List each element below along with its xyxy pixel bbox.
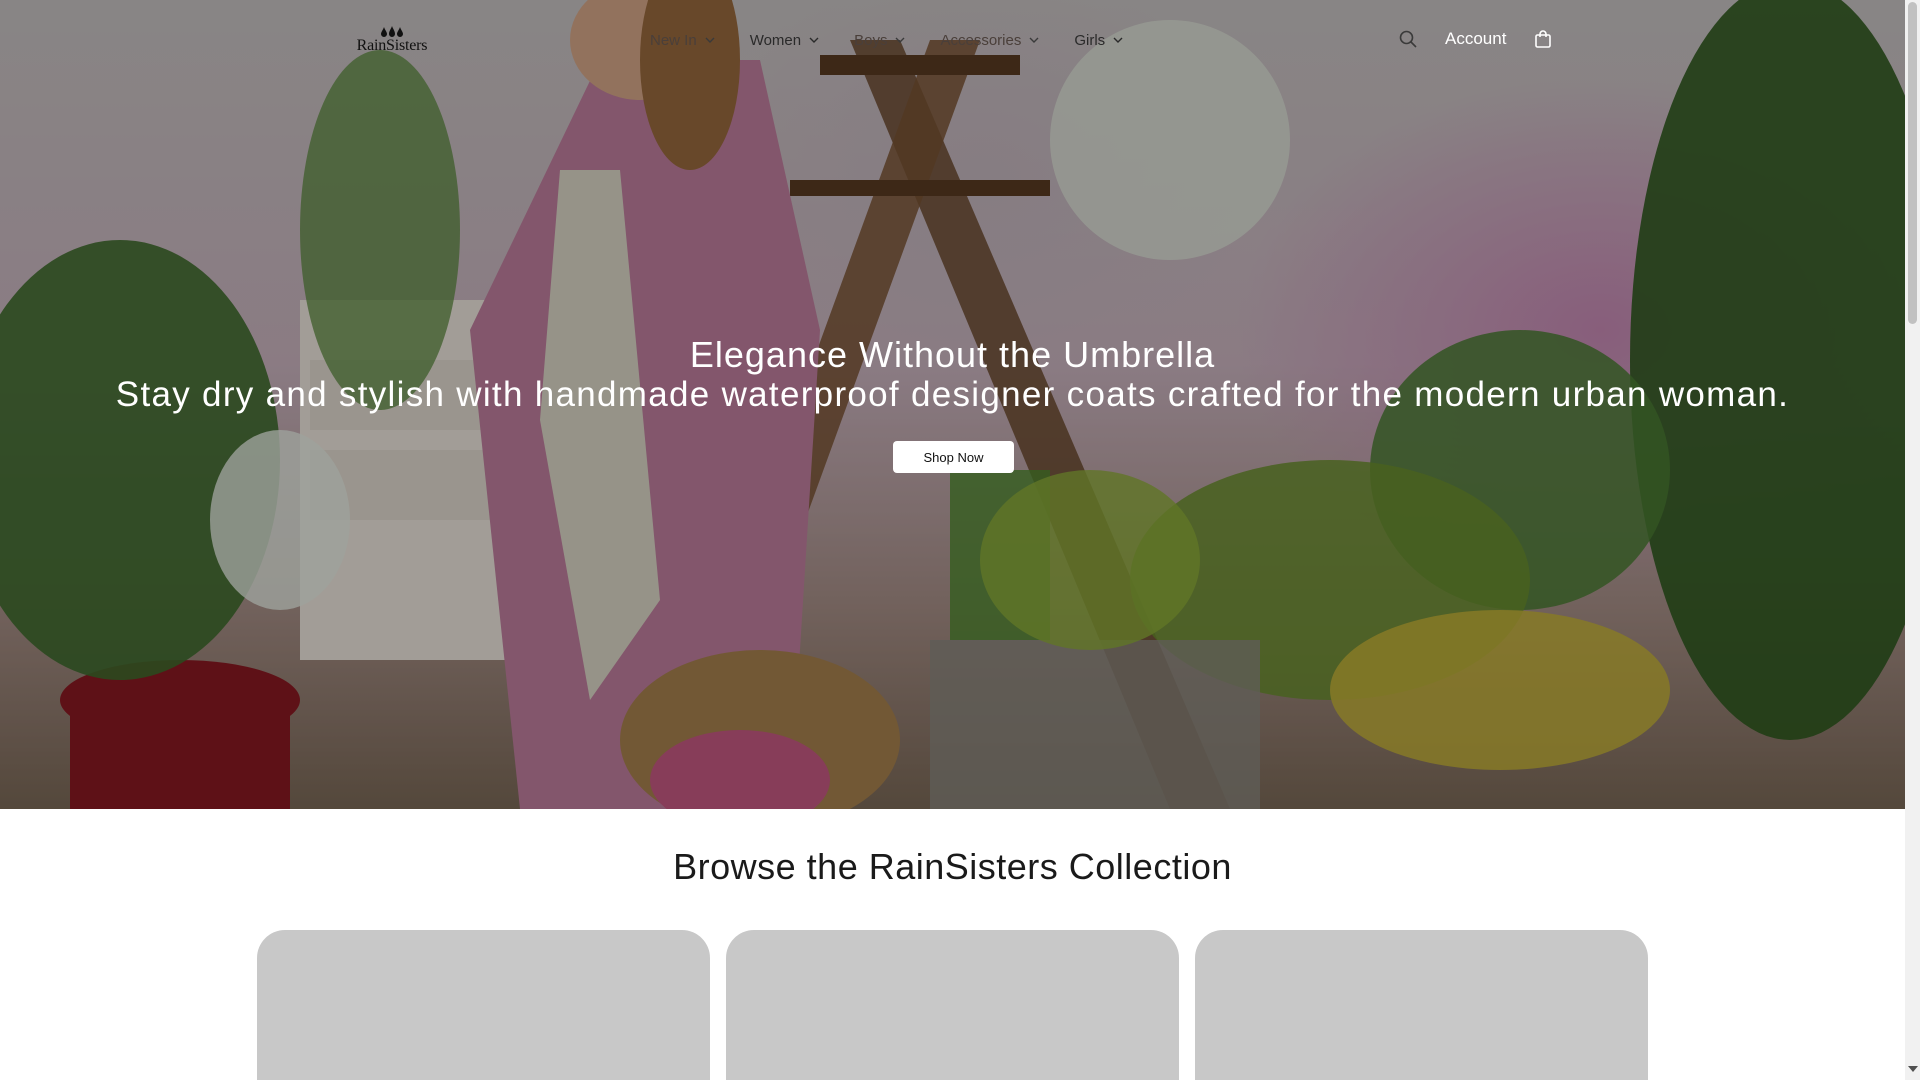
site-header: RainSisters New In Women Boys Accessorie…: [0, 0, 1905, 80]
scrollbar-thumb[interactable]: [1908, 2, 1917, 324]
brand-logo[interactable]: RainSisters: [352, 26, 432, 56]
collection-card[interactable]: [257, 930, 710, 1080]
search-icon[interactable]: [1398, 29, 1418, 49]
chevron-down-icon: [1029, 37, 1039, 43]
nav-item-boys[interactable]: Boys: [854, 28, 906, 52]
hero-subtitle: Stay dry and stylish with handmade water…: [115, 375, 1790, 414]
account-link[interactable]: Account: [1445, 29, 1506, 49]
chevron-down-icon: [809, 37, 819, 43]
collection-card[interactable]: [1195, 930, 1648, 1080]
main-navigation: New In Women Boys Accessories Girls: [650, 28, 1158, 52]
nav-item-label: Girls: [1074, 31, 1106, 49]
hero-title: Elegance Without the Umbrella: [689, 334, 1216, 375]
shop-now-button[interactable]: Shop Now: [893, 441, 1014, 473]
chevron-down-icon: [895, 37, 905, 43]
collection-card[interactable]: [726, 930, 1179, 1080]
chevron-down-icon: [705, 37, 715, 43]
collection-title: Browse the RainSisters Collection: [673, 846, 1232, 887]
nav-item-label: New In: [650, 31, 697, 49]
nav-item-label: Women: [749, 31, 802, 49]
scroll-down-arrow-icon[interactable]: [1908, 1066, 1918, 1072]
nav-item-label: Accessories: [940, 31, 1022, 49]
nav-item-label: Boys: [854, 31, 888, 49]
hero-banner: Elegance Without the Umbrella Stay dry a…: [0, 0, 1905, 809]
nav-item-new-in[interactable]: New In: [650, 28, 716, 52]
nav-item-girls[interactable]: Girls: [1074, 28, 1124, 52]
shopping-bag-icon[interactable]: [1533, 29, 1553, 49]
chevron-down-icon: [1113, 37, 1123, 43]
brand-name: RainSisters: [356, 37, 428, 54]
page-scrollbar[interactable]: [1905, 0, 1920, 1080]
nav-item-women[interactable]: Women: [750, 28, 820, 52]
nav-item-accessories[interactable]: Accessories: [940, 28, 1040, 52]
